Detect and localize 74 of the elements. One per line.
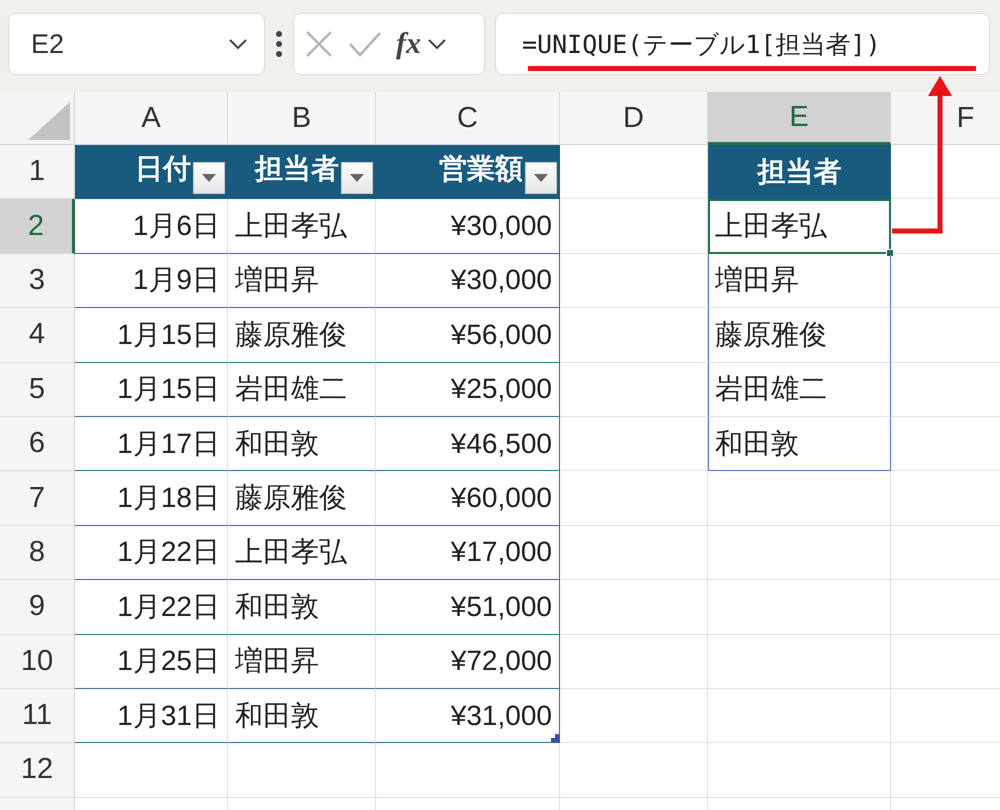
table-cell: 1月17日 (75, 416, 228, 472)
header-label: 日付 (135, 152, 191, 186)
table-cell: 1月18日 (75, 471, 228, 526)
table-cell: 1月6日 (75, 199, 228, 254)
chevron-down-icon[interactable] (228, 38, 248, 50)
table-cell: 増田昇 (228, 634, 376, 689)
resize-handle-icon[interactable] (551, 734, 559, 742)
table-cell: 1月22日 (75, 580, 228, 635)
header-label: 営業額 (439, 152, 523, 186)
row-header[interactable]: 11 (0, 688, 75, 744)
column-header[interactable]: A (75, 92, 228, 145)
column-header[interactable]: D (560, 92, 708, 145)
row-header[interactable]: 3 (0, 254, 75, 308)
caret-down-icon (534, 174, 548, 182)
row-header[interactable]: 1 (0, 145, 75, 200)
table-cell: 上田孝弘 (228, 199, 376, 254)
table-cell: 岩田雄二 (228, 362, 376, 417)
table-cell: 和田敦 (228, 580, 376, 635)
table-cell: 増田昇 (228, 254, 376, 308)
table-cell: ¥31,000 (376, 688, 560, 744)
name-box[interactable]: E2 (8, 13, 265, 75)
table-cell: ¥30,000 (376, 199, 560, 254)
row-header[interactable]: 7 (0, 471, 75, 526)
table-cell[interactable]: 岩田雄二 (708, 362, 891, 417)
table-cell[interactable]: 藤原雅俊 (708, 308, 891, 363)
row-header[interactable]: 2 (0, 199, 75, 254)
insert-function-button[interactable]: fx (396, 27, 421, 61)
table-cell: ¥60,000 (376, 471, 560, 526)
table-cell: 1月31日 (75, 688, 228, 744)
table-cell: 1月9日 (75, 254, 228, 308)
caret-down-icon (202, 174, 216, 182)
filter-button[interactable] (341, 162, 373, 194)
table-cell[interactable]: 増田昇 (708, 254, 891, 308)
more-options-icon[interactable] (275, 30, 283, 58)
chevron-down-icon[interactable] (427, 38, 447, 50)
table-cell: ¥17,000 (376, 526, 560, 580)
filter-button[interactable] (525, 162, 557, 194)
table-cell: ¥51,000 (376, 580, 560, 635)
table-cell: ¥56,000 (376, 308, 560, 363)
table-cell: 1月25日 (75, 634, 228, 689)
table-cell[interactable]: 和田敦 (708, 416, 891, 472)
caret-down-icon (350, 174, 364, 182)
cancel-icon[interactable] (304, 29, 334, 59)
header-cell: 担当者 (708, 145, 891, 200)
column-header[interactable]: F (891, 92, 1000, 145)
table-cell: 和田敦 (228, 416, 376, 472)
row-header[interactable]: 8 (0, 526, 75, 580)
table-cell: ¥72,000 (376, 634, 560, 689)
row-header[interactable]: 6 (0, 416, 75, 472)
row-header[interactable]: 12 (0, 743, 75, 798)
select-all-icon[interactable] (28, 102, 70, 140)
column-header[interactable]: E (708, 92, 891, 145)
table-cell: ¥30,000 (376, 254, 560, 308)
row-header[interactable]: 5 (0, 362, 75, 417)
checkmark-icon[interactable] (348, 30, 382, 58)
table-cell: 上田孝弘 (228, 526, 376, 580)
row-header[interactable]: 4 (0, 308, 75, 363)
filter-button[interactable] (193, 162, 225, 194)
fill-handle[interactable] (886, 248, 894, 257)
table-cell: ¥46,500 (376, 416, 560, 472)
column-header[interactable]: C (376, 92, 560, 145)
row-header[interactable]: 9 (0, 580, 75, 635)
table-cell: 藤原雅俊 (228, 471, 376, 526)
table-cell: 1月22日 (75, 526, 228, 580)
table-cell: 和田敦 (228, 688, 376, 744)
table-cell: 藤原雅俊 (228, 308, 376, 363)
formula-field[interactable]: =UNIQUE(テーブル1[担当者]) (495, 13, 990, 75)
table-cell: ¥25,000 (376, 362, 560, 417)
row-header[interactable]: 10 (0, 634, 75, 689)
column-header[interactable]: B (228, 92, 376, 145)
table-cell: 1月15日 (75, 362, 228, 417)
table-cell[interactable]: 上田孝弘 (708, 199, 891, 254)
header-label: 担当者 (255, 152, 339, 186)
table-cell: 1月15日 (75, 308, 228, 363)
